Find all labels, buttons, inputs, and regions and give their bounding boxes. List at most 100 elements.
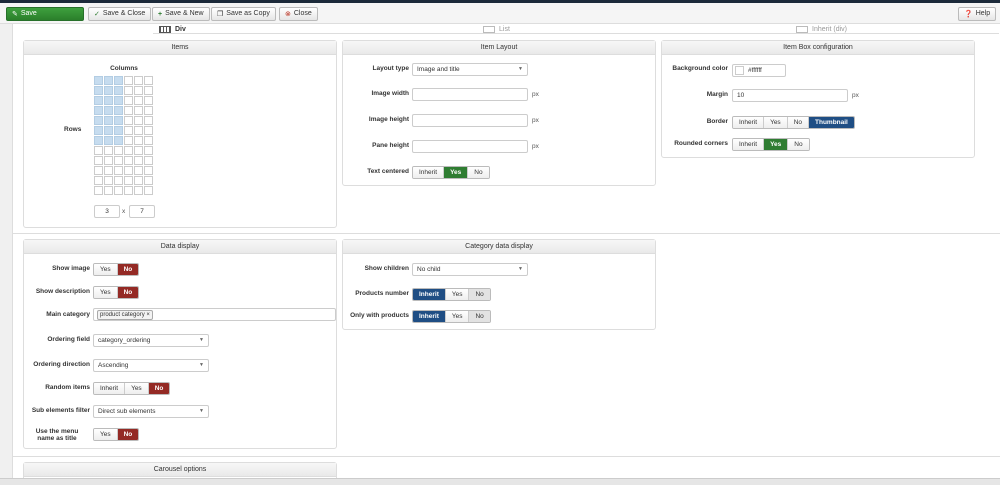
grid-cell[interactable] — [114, 176, 123, 185]
random-items-no[interactable]: No — [148, 383, 170, 394]
grid-cell[interactable] — [104, 156, 113, 165]
grid-cell[interactable] — [114, 96, 123, 105]
grid-cell[interactable] — [144, 156, 153, 165]
text-centered-yes[interactable]: Yes — [444, 167, 469, 178]
grid-cell[interactable] — [134, 116, 143, 125]
grid-cell[interactable] — [104, 186, 113, 195]
grid-cell[interactable] — [124, 136, 133, 145]
grid-cell[interactable] — [94, 96, 103, 105]
grid-cell[interactable] — [124, 186, 133, 195]
show-description-toggle[interactable]: Yes No — [93, 286, 140, 299]
grid-cell[interactable] — [114, 76, 123, 85]
grid-cell[interactable] — [94, 106, 103, 115]
grid-cell[interactable] — [114, 116, 123, 125]
menu-name-title-yes[interactable]: Yes — [94, 429, 118, 440]
products-number-toggle[interactable]: Inherit Yes No — [412, 288, 491, 301]
main-category-input[interactable]: product category × — [93, 308, 336, 321]
columns-input[interactable]: 3 — [94, 205, 120, 218]
grid-cell[interactable] — [124, 176, 133, 185]
rounded-no[interactable]: No — [788, 139, 809, 150]
image-height-input[interactable] — [412, 114, 528, 127]
grid-cell[interactable] — [134, 166, 143, 175]
grid-cell[interactable] — [124, 106, 133, 115]
border-yes[interactable]: Yes — [764, 117, 788, 128]
border-inherit[interactable]: Inherit — [733, 117, 765, 128]
grid-cell[interactable] — [94, 166, 103, 175]
grid-cell[interactable] — [134, 176, 143, 185]
grid-cell[interactable] — [134, 76, 143, 85]
grid-cell[interactable] — [144, 186, 153, 195]
layout-type-select[interactable]: Image and title ▼ — [412, 63, 528, 76]
rounded-corners-toggle[interactable]: Inherit Yes No — [732, 138, 810, 151]
items-grid[interactable] — [94, 76, 153, 195]
grid-cell[interactable] — [114, 136, 123, 145]
ordering-direction-select[interactable]: Ascending ▼ — [93, 359, 209, 372]
grid-cell[interactable] — [124, 166, 133, 175]
text-centered-toggle[interactable]: Inherit Yes No — [412, 166, 490, 179]
sub-elements-filter-select[interactable]: Direct sub elements ▼ — [93, 405, 209, 418]
bg-color-input[interactable]: #ffffff — [732, 64, 786, 77]
close-button[interactable]: ⊗ Close — [279, 7, 318, 21]
text-centered-no[interactable]: No — [468, 167, 489, 178]
grid-cell[interactable] — [144, 176, 153, 185]
grid-cell[interactable] — [144, 146, 153, 155]
grid-cell[interactable] — [94, 86, 103, 95]
image-width-input[interactable] — [412, 88, 528, 101]
grid-cell[interactable] — [94, 136, 103, 145]
grid-cell[interactable] — [134, 156, 143, 165]
random-items-yes[interactable]: Yes — [125, 383, 149, 394]
text-centered-inherit[interactable]: Inherit — [413, 167, 445, 178]
grid-cell[interactable] — [114, 186, 123, 195]
color-swatch[interactable] — [735, 66, 744, 75]
grid-cell[interactable] — [124, 156, 133, 165]
products-number-no[interactable]: No — [469, 289, 490, 300]
menu-name-title-toggle[interactable]: Yes No — [93, 428, 140, 441]
grid-cell[interactable] — [134, 86, 143, 95]
grid-cell[interactable] — [144, 76, 153, 85]
grid-cell[interactable] — [94, 156, 103, 165]
grid-cell[interactable] — [144, 166, 153, 175]
grid-cell[interactable] — [134, 186, 143, 195]
ordering-field-select[interactable]: category_ordering ▼ — [93, 334, 209, 347]
border-toggle[interactable]: Inherit Yes No Thumbnail — [732, 116, 855, 129]
grid-cell[interactable] — [114, 106, 123, 115]
grid-cell[interactable] — [104, 86, 113, 95]
show-image-toggle[interactable]: Yes No — [93, 263, 140, 276]
grid-cell[interactable] — [104, 126, 113, 135]
grid-cell[interactable] — [144, 136, 153, 145]
grid-cell[interactable] — [124, 126, 133, 135]
grid-cell[interactable] — [124, 96, 133, 105]
grid-cell[interactable] — [134, 106, 143, 115]
tab-list[interactable]: List — [483, 24, 510, 34]
grid-cell[interactable] — [104, 146, 113, 155]
grid-cell[interactable] — [104, 106, 113, 115]
show-image-yes[interactable]: Yes — [94, 264, 118, 275]
grid-cell[interactable] — [104, 116, 113, 125]
only-with-products-yes[interactable]: Yes — [445, 311, 470, 322]
only-with-products-toggle[interactable]: Inherit Yes No — [412, 310, 491, 323]
grid-cell[interactable] — [124, 116, 133, 125]
pane-height-input[interactable] — [412, 140, 528, 153]
grid-cell[interactable] — [114, 166, 123, 175]
grid-cell[interactable] — [104, 76, 113, 85]
products-number-inherit[interactable]: Inherit — [413, 289, 446, 300]
grid-cell[interactable] — [144, 126, 153, 135]
grid-cell[interactable] — [134, 126, 143, 135]
grid-cell[interactable] — [94, 146, 103, 155]
grid-cell[interactable] — [124, 146, 133, 155]
grid-cell[interactable] — [94, 116, 103, 125]
grid-cell[interactable] — [134, 146, 143, 155]
grid-cell[interactable] — [94, 186, 103, 195]
grid-cell[interactable] — [114, 156, 123, 165]
save-new-button[interactable]: + Save & New — [152, 7, 210, 21]
show-description-no[interactable]: No — [117, 287, 139, 298]
grid-cell[interactable] — [104, 176, 113, 185]
grid-cell[interactable] — [104, 136, 113, 145]
save-close-button[interactable]: ✓ Save & Close — [88, 7, 152, 21]
only-with-products-inherit[interactable]: Inherit — [413, 311, 446, 322]
grid-cell[interactable] — [104, 96, 113, 105]
grid-cell[interactable] — [94, 126, 103, 135]
save-button[interactable]: ✎ Save — [6, 7, 84, 21]
tab-inherit[interactable]: Inherit (div) — [796, 24, 847, 34]
help-button[interactable]: ❓ Help — [958, 7, 997, 21]
